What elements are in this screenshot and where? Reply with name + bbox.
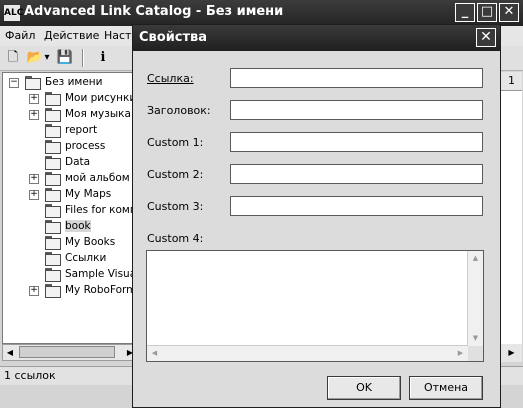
menu-file[interactable]: Файл bbox=[5, 29, 35, 42]
tree-item-label: Sample Visual bbox=[65, 268, 138, 280]
folder-icon bbox=[45, 284, 61, 298]
status-text: 1 ссылок bbox=[4, 369, 56, 382]
app-icon: ALC bbox=[4, 5, 23, 21]
custom3-label: Custom 3: bbox=[147, 200, 204, 213]
column-header[interactable]: 1 bbox=[501, 72, 522, 91]
custom2-label: Custom 2: bbox=[147, 168, 204, 181]
folder-icon bbox=[45, 220, 61, 234]
scroll-right-icon[interactable]: ▶ bbox=[501, 344, 522, 362]
save-icon[interactable]: 💾 bbox=[56, 49, 74, 67]
dialog-titlebar[interactable]: Свойства ✕ bbox=[133, 25, 500, 51]
custom1-input[interactable] bbox=[230, 132, 483, 152]
tree-item-label: report bbox=[65, 124, 98, 136]
window-title: Advanced Link Catalog - Без имени bbox=[24, 4, 284, 19]
collapse-icon[interactable]: − bbox=[9, 78, 19, 88]
folder-icon bbox=[45, 172, 61, 186]
tree-root-label: Без имени bbox=[45, 76, 103, 88]
folder-icon bbox=[25, 76, 41, 90]
properties-dialog: Свойства ✕ Ссылка: Заголовок: Custom 1: … bbox=[132, 24, 501, 408]
tree-item-label: Ссылки bbox=[65, 252, 107, 264]
folder-icon bbox=[45, 92, 61, 106]
new-icon[interactable]: 🗋 bbox=[4, 49, 22, 67]
expand-icon[interactable]: + bbox=[29, 94, 39, 104]
expand-icon[interactable]: + bbox=[29, 110, 39, 120]
tree-item-label: Мои рисунки bbox=[65, 92, 137, 104]
menu-settings[interactable]: Наст bbox=[104, 29, 131, 42]
heading-input[interactable] bbox=[230, 100, 483, 120]
expand-icon[interactable]: + bbox=[29, 174, 39, 184]
expand-icon[interactable]: + bbox=[29, 190, 39, 200]
heading-label: Заголовок: bbox=[147, 104, 211, 117]
scroll-thumb[interactable] bbox=[19, 346, 115, 358]
custom4-textarea[interactable] bbox=[146, 250, 484, 362]
tree-item-label: Files for комп bbox=[65, 204, 137, 216]
folder-tree[interactable]: − Без имени + Мои рисунки + Моя музыка repor… bbox=[2, 72, 138, 344]
main-titlebar[interactable]: ALC Advanced Link Catalog - Без имени _ … bbox=[0, 0, 523, 26]
menu-action[interactable]: Действие bbox=[44, 29, 99, 42]
tree-item-label: мой альбом bbox=[65, 172, 130, 184]
link-input[interactable] bbox=[230, 68, 483, 88]
folder-icon bbox=[45, 268, 61, 282]
custom4-label: Custom 4: bbox=[147, 232, 204, 245]
minimize-button[interactable]: _ bbox=[455, 3, 475, 22]
tree-item-label: Data bbox=[65, 156, 91, 168]
tree-item-label: My RoboForm bbox=[65, 284, 137, 296]
scroll-left-icon[interactable]: ◀ bbox=[3, 345, 17, 360]
dialog-title: Свойства bbox=[139, 30, 208, 45]
folder-icon bbox=[45, 124, 61, 138]
tree-item-label: book bbox=[65, 220, 91, 232]
folder-icon bbox=[45, 236, 61, 250]
folder-icon bbox=[45, 252, 61, 266]
expand-icon[interactable]: + bbox=[29, 286, 39, 296]
custom1-label: Custom 1: bbox=[147, 136, 204, 149]
dialog-close-button[interactable]: ✕ bbox=[476, 28, 496, 47]
tree-item-label: My Books bbox=[65, 236, 116, 248]
folder-icon bbox=[45, 156, 61, 170]
folder-icon bbox=[45, 140, 61, 154]
custom2-input[interactable] bbox=[230, 164, 483, 184]
folder-icon bbox=[45, 204, 61, 218]
link-list-pane[interactable]: 1 ▶ bbox=[500, 72, 522, 362]
open-dropdown-icon[interactable]: ▾ bbox=[42, 49, 52, 67]
cancel-button[interactable]: Отмена bbox=[409, 376, 483, 400]
maximize-button[interactable]: □ bbox=[477, 3, 497, 22]
toolbar-separator bbox=[82, 49, 84, 67]
tree-horizontal-scrollbar[interactable]: ◀ ▶ bbox=[2, 344, 138, 361]
folder-icon bbox=[45, 108, 61, 122]
tree-item-label: process bbox=[65, 140, 106, 152]
tree-item-label: Моя музыка bbox=[65, 108, 131, 120]
tree-item-label: My Maps bbox=[65, 188, 112, 200]
folder-icon bbox=[45, 188, 61, 202]
link-label: Ссылка: bbox=[147, 72, 194, 85]
custom3-input[interactable] bbox=[230, 196, 483, 216]
close-button[interactable]: ✕ bbox=[499, 3, 519, 22]
ok-button[interactable]: OK bbox=[327, 376, 401, 400]
info-icon[interactable]: i bbox=[94, 49, 112, 67]
